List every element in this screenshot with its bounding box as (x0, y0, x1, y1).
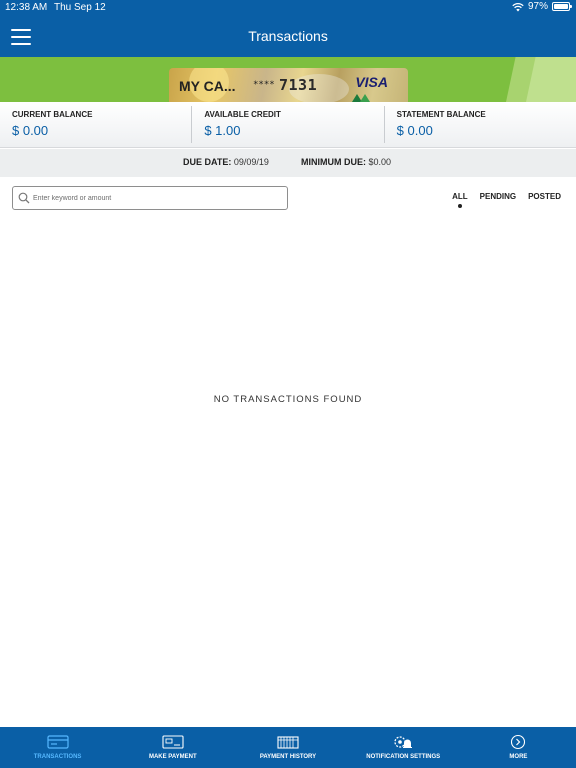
page-title: Transactions (248, 28, 328, 44)
search-box[interactable] (12, 186, 288, 210)
banner-stripe-light (526, 57, 576, 102)
filter-pending[interactable]: PENDING (480, 192, 516, 201)
notification-settings-icon (394, 736, 413, 748)
selected-indicator (457, 204, 462, 208)
balance-label: CURRENT BALANCE (12, 110, 93, 119)
tab-make-payment[interactable]: MAKE PAYMENT (115, 727, 230, 768)
battery-icon (552, 2, 572, 11)
transactions-screen: 12:38 AM Thu Sep 12 97% Transactions MY … (0, 0, 576, 768)
tab-label: PAYMENT HISTORY (259, 754, 317, 760)
search-icon (18, 192, 30, 204)
card-logo-triangle (360, 94, 370, 102)
balance-label: AVAILABLE CREDIT (204, 110, 281, 119)
empty-state-message: NO TRANSACTIONS FOUND (213, 394, 363, 405)
credit-card-image[interactable]: MY CA... **** 7131 VISA (169, 68, 408, 102)
top-bar: 12:38 AM Thu Sep 12 97% Transactions (0, 0, 576, 57)
minimum-due-label: MINIMUM DUE: (301, 157, 366, 167)
bottom-tab-bar: TRANSACTIONS MAKE PAYMENT PAYMENT HISTOR… (0, 727, 576, 768)
search-input[interactable] (33, 187, 283, 209)
due-date-value: 09/09/19 (233, 157, 269, 167)
transaction-filters: ALL PENDING POSTED (452, 192, 561, 208)
balance-value: $ 0.00 (396, 123, 433, 138)
transactions-icon (46, 735, 69, 749)
make-payment-icon (162, 735, 184, 749)
due-date-label: DUE DATE: (183, 157, 232, 167)
tab-label: MORE (509, 754, 528, 760)
filter-label: PENDING (479, 192, 517, 201)
filter-label: POSTED (528, 192, 561, 201)
filter-posted[interactable]: POSTED (528, 192, 561, 201)
balance-value: $ 0.00 (12, 123, 49, 138)
status-bar: 12:38 AM Thu Sep 12 97% (0, 0, 576, 16)
tab-label: MAKE PAYMENT (148, 754, 197, 760)
due-date: DUE DATE: 09/09/19 (183, 157, 269, 167)
tab-notification-settings[interactable]: NOTIFICATION SETTINGS (346, 727, 461, 768)
visa-logo: VISA (355, 74, 388, 90)
filter-all[interactable]: ALL (452, 192, 468, 208)
card-name: MY CA... (179, 78, 236, 94)
tab-payment-history[interactable]: PAYMENT HISTORY (230, 727, 345, 768)
tab-label: TRANSACTIONS (33, 754, 82, 760)
balance-value: $ 1.00 (204, 123, 241, 138)
tab-label: NOTIFICATION SETTINGS (366, 754, 441, 760)
wifi-icon (512, 2, 524, 11)
tab-transactions[interactable]: TRANSACTIONS (0, 727, 115, 768)
card-banner: MY CA... **** 7131 VISA (0, 57, 576, 102)
card-mask: **** (253, 80, 275, 90)
balance-label: STATEMENT BALANCE (396, 110, 486, 119)
payment-history-icon (277, 736, 299, 749)
more-icon (511, 734, 526, 750)
balance-summary: CURRENT BALANCE $ 0.00 AVAILABLE CREDIT … (0, 102, 576, 148)
current-balance: CURRENT BALANCE $ 0.00 (0, 106, 193, 143)
status-time: 12:38 AM (5, 2, 48, 13)
card-last4: 7131 (279, 76, 318, 94)
available-credit: AVAILABLE CREDIT $ 1.00 (192, 106, 385, 143)
statement-balance: STATEMENT BALANCE $ 0.00 (385, 106, 576, 143)
minimum-due-value: $0.00 (368, 157, 392, 167)
tab-more[interactable]: MORE (461, 727, 576, 768)
due-info-row: DUE DATE: 09/09/19 MINIMUM DUE: $0.00 (0, 149, 576, 177)
battery-percent: 97% (527, 1, 548, 12)
filter-label: ALL (452, 192, 468, 201)
status-right: 97% (512, 1, 572, 12)
status-date: Thu Sep 12 (54, 2, 106, 13)
battery-fill (554, 4, 568, 9)
minimum-due: MINIMUM DUE: $0.00 (301, 157, 391, 167)
